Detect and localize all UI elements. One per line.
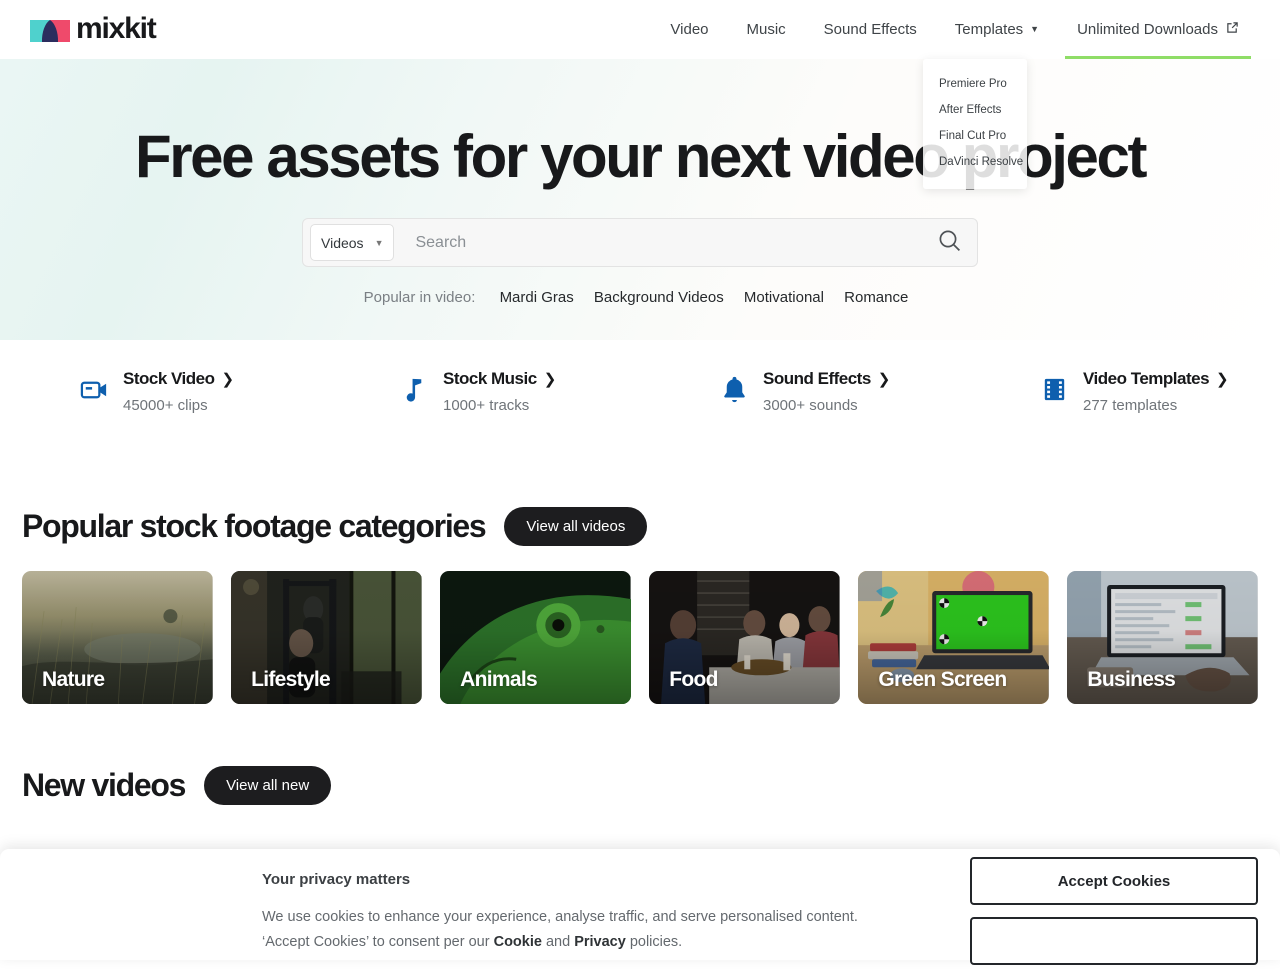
- cookie-text-line-2-pre: ‘Accept Cookies’ to consent per our: [262, 934, 494, 950]
- quick-link-title[interactable]: Video Templates ❯: [1083, 369, 1228, 389]
- nav-item-sound-effects[interactable]: Sound Effects: [805, 0, 936, 59]
- nav-item-unlimited-downloads[interactable]: Unlimited Downloads: [1058, 0, 1258, 59]
- quick-link-label: Stock Music: [443, 369, 537, 389]
- nav-label-music: Music: [747, 21, 786, 38]
- category-card-business[interactable]: Business: [1067, 571, 1258, 704]
- search-type-label: Videos: [321, 235, 364, 251]
- cookie-text-line-2-post: policies.: [626, 934, 682, 950]
- view-all-new-button[interactable]: View all new: [204, 766, 331, 805]
- category-card-green-screen[interactable]: Green Screen: [858, 571, 1049, 704]
- quick-link-label: Stock Video: [123, 369, 215, 389]
- video-camera-icon: [78, 373, 110, 405]
- dropdown-item-premiere-pro[interactable]: Premiere Pro: [923, 71, 1027, 97]
- popular-link-romance[interactable]: Romance: [844, 289, 908, 306]
- cookie-settings-button[interactable]: [970, 917, 1258, 965]
- film-strip-icon: [1038, 373, 1070, 405]
- dropdown-item-after-effects[interactable]: After Effects: [923, 97, 1027, 123]
- page-title: Free assets for your next video project: [0, 59, 1280, 187]
- cookie-text-line-1: We use cookies to enhance your experienc…: [262, 905, 932, 930]
- hero-section: Free assets for your next video project …: [0, 59, 1280, 340]
- quick-link-label: Video Templates: [1083, 369, 1209, 389]
- category-card-animals[interactable]: Animals: [440, 571, 631, 704]
- quick-link-title[interactable]: Stock Video ❯: [123, 369, 234, 389]
- quick-link-stock-music[interactable]: Stock Music ❯ 1000+ tracks: [320, 369, 640, 414]
- templates-dropdown-menu[interactable]: Premiere Pro After Effects Final Cut Pro…: [923, 59, 1027, 189]
- card-label: Business: [1087, 668, 1175, 692]
- nav-item-music[interactable]: Music: [728, 0, 805, 59]
- card-label: Food: [669, 668, 718, 692]
- nav-label-unlimited-downloads: Unlimited Downloads: [1077, 21, 1218, 38]
- nav-label-templates: Templates: [955, 21, 1023, 38]
- quick-link-sound-effects[interactable]: Sound Effects ❯ 3000+ sounds: [640, 369, 960, 414]
- privacy-policy-link[interactable]: Privacy: [574, 934, 626, 950]
- cookie-text-line-2-mid: and: [542, 934, 574, 950]
- section-title: Popular stock footage categories: [22, 508, 485, 545]
- card-label: Animals: [460, 668, 537, 692]
- search-icon: [937, 228, 963, 257]
- mixkit-logo-icon: [30, 18, 70, 42]
- category-card-grid: Nature Lifestyle: [0, 546, 1280, 704]
- popular-link-mardi-gras[interactable]: Mardi Gras: [500, 289, 574, 306]
- quick-link-stock-video[interactable]: Stock Video ❯ 45000+ clips: [0, 369, 320, 414]
- quick-link-title[interactable]: Sound Effects ❯: [763, 369, 890, 389]
- search-type-select[interactable]: Videos ▼: [310, 224, 394, 261]
- quick-link-label: Sound Effects: [763, 369, 871, 389]
- accept-cookies-button[interactable]: Accept Cookies: [970, 857, 1258, 905]
- categories-section-header: Popular stock footage categories View al…: [0, 507, 1280, 546]
- category-card-food[interactable]: Food: [649, 571, 840, 704]
- cookie-policy-link[interactable]: Cookie: [494, 934, 542, 950]
- card-label: Lifestyle: [251, 668, 330, 692]
- popular-link-motivational[interactable]: Motivational: [744, 289, 824, 306]
- cookie-text-line-2: ‘Accept Cookies’ to consent per our Cook…: [262, 930, 932, 955]
- category-card-lifestyle[interactable]: Lifestyle: [231, 571, 422, 704]
- cookie-banner-actions: Accept Cookies: [970, 857, 1258, 977]
- bell-icon: [718, 373, 750, 405]
- site-header: mixkit Video Music Sound Effects Templat…: [0, 0, 1280, 59]
- quick-link-count: 1000+ tracks: [443, 397, 556, 414]
- popular-link-background-videos[interactable]: Background Videos: [594, 289, 724, 306]
- nav-item-templates[interactable]: Templates ▼: [936, 0, 1058, 59]
- nav-label-video: Video: [670, 21, 708, 38]
- quick-link-count: 277 templates: [1083, 397, 1228, 414]
- category-card-nature[interactable]: Nature: [22, 571, 213, 704]
- quick-link-video-templates[interactable]: Video Templates ❯ 277 templates: [960, 369, 1280, 414]
- dropdown-item-davinci-resolve[interactable]: DaVinci Resolve: [923, 149, 1027, 175]
- chevron-down-icon: ▼: [375, 238, 384, 248]
- nav-label-sound-effects: Sound Effects: [824, 21, 917, 38]
- logo-wordmark: mixkit: [76, 14, 156, 44]
- quick-links-row: Stock Video ❯ 45000+ clips Stock Music ❯…: [0, 340, 1280, 414]
- site-logo[interactable]: mixkit: [30, 15, 156, 45]
- quick-link-title[interactable]: Stock Music ❯: [443, 369, 556, 389]
- quick-link-count: 45000+ clips: [123, 397, 234, 414]
- section-title: New videos: [22, 767, 185, 804]
- new-videos-section-header: New videos View all new: [0, 766, 1280, 805]
- main-navigation: Video Music Sound Effects Templates ▼ Un…: [651, 0, 1258, 59]
- search-button[interactable]: [929, 222, 971, 264]
- dropdown-item-final-cut-pro[interactable]: Final Cut Pro: [923, 123, 1027, 149]
- view-all-videos-button[interactable]: View all videos: [504, 507, 647, 546]
- nav-item-video[interactable]: Video: [651, 0, 727, 59]
- external-link-icon: [1226, 21, 1239, 38]
- cookie-banner-text: We use cookies to enhance your experienc…: [262, 905, 932, 955]
- new-videos-section: New videos View all new: [0, 766, 1280, 805]
- chevron-right-icon: ❯: [1216, 370, 1228, 388]
- cookie-consent-banner: Your privacy matters We use cookies to e…: [0, 849, 1280, 960]
- popular-categories-section: Popular stock footage categories View al…: [0, 507, 1280, 704]
- search-input[interactable]: [394, 234, 929, 252]
- chevron-down-icon: ▼: [1030, 25, 1039, 34]
- card-label: Green Screen: [878, 668, 1006, 692]
- popular-searches: Popular in video: Mardi Gras Background …: [0, 289, 1280, 306]
- card-label: Nature: [42, 668, 104, 692]
- chevron-right-icon: ❯: [222, 370, 234, 388]
- popular-searches-label: Popular in video:: [364, 289, 476, 306]
- quick-link-count: 3000+ sounds: [763, 397, 890, 414]
- chevron-right-icon: ❯: [878, 370, 890, 388]
- search-bar: Videos ▼: [302, 218, 978, 267]
- chevron-right-icon: ❯: [544, 370, 556, 388]
- music-note-icon: [398, 373, 430, 405]
